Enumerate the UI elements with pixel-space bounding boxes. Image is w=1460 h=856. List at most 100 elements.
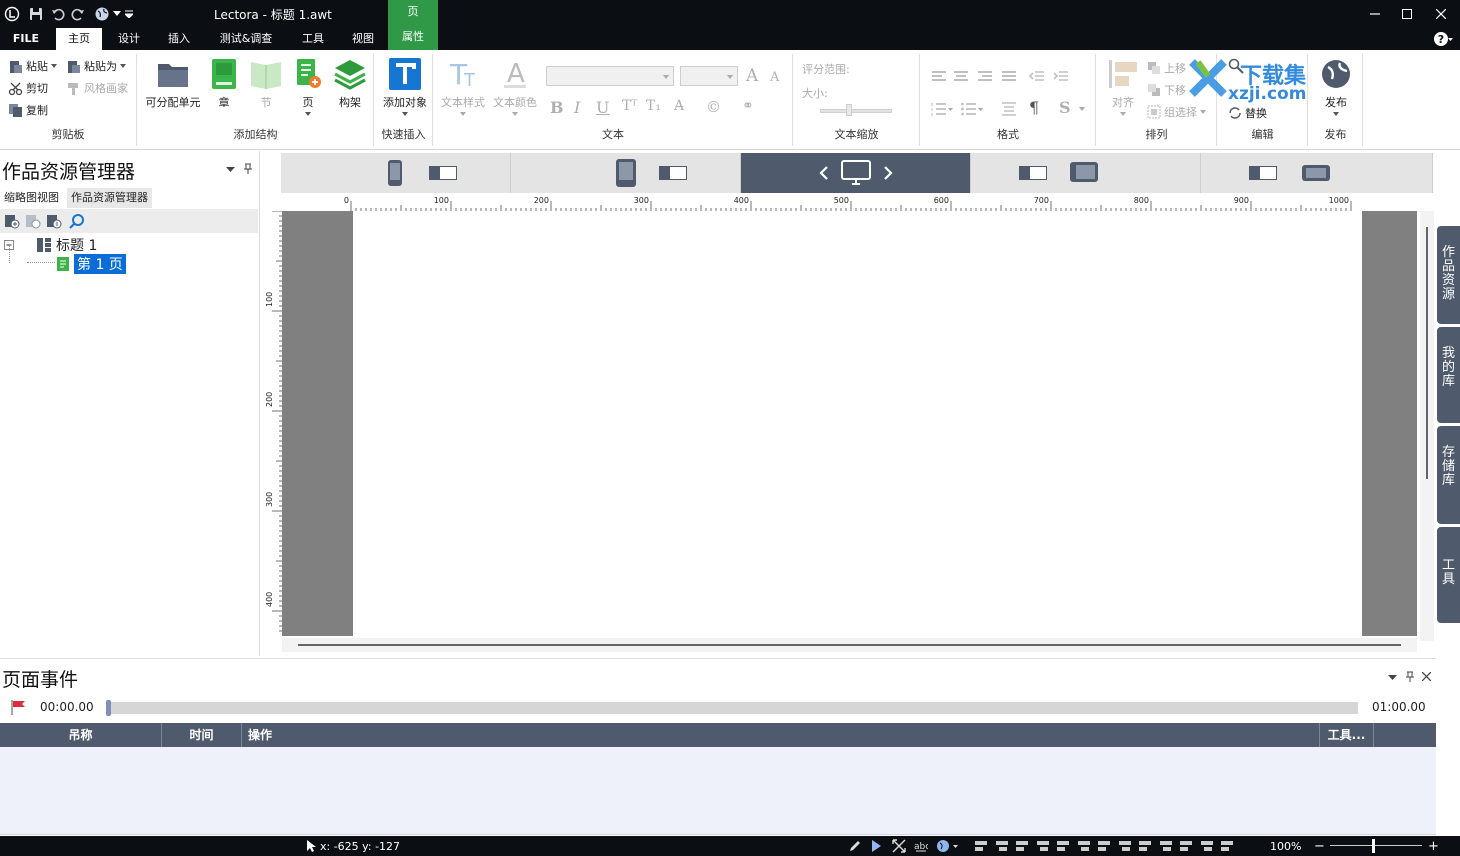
tab-title-explorer[interactable]: 作品资源管理器: [67, 188, 152, 208]
align-left-icon[interactable]: [931, 70, 947, 84]
shrink-font-icon[interactable]: A: [770, 70, 779, 85]
underline-icon[interactable]: U: [596, 98, 609, 117]
align-tool-icon[interactable]: [1138, 839, 1152, 853]
add-item-icon[interactable]: [4, 213, 20, 229]
align-center-icon[interactable]: [953, 70, 969, 84]
insert-item-icon[interactable]: [46, 213, 62, 229]
play-icon[interactable]: [870, 839, 882, 853]
pin-icon[interactable]: [1406, 671, 1414, 682]
panel-menu-icon[interactable]: [1388, 675, 1397, 680]
align-tool-icon[interactable]: [974, 839, 988, 853]
tree-item-page-1[interactable]: 第 1 页: [56, 254, 126, 274]
align-tool-icon[interactable]: [995, 839, 1009, 853]
numbered-list-icon[interactable]: [931, 102, 953, 116]
page-canvas[interactable]: [353, 211, 1362, 636]
format-painter-button[interactable]: 风格画家: [66, 79, 128, 97]
tab-tools[interactable]: 工具: [292, 28, 334, 50]
device-phone-landscape[interactable]: [1201, 153, 1433, 193]
search-icon[interactable]: [69, 213, 85, 229]
size-slider-thumb[interactable]: [846, 104, 852, 116]
group-select-button[interactable]: 组选择: [1147, 103, 1206, 121]
cut-button[interactable]: 剪切: [8, 79, 48, 97]
paragraph-icon[interactable]: ¶: [1029, 98, 1039, 117]
vertical-scrollbar[interactable]: [1420, 211, 1434, 641]
superscript-icon[interactable]: Tᵀ: [622, 98, 637, 114]
lectora-logo-icon[interactable]: [2, 4, 22, 24]
chapter-button[interactable]: 章: [204, 58, 244, 110]
align-tool-icon[interactable]: [1200, 839, 1214, 853]
timeline-track[interactable]: [106, 700, 1358, 716]
font-size-select[interactable]: [680, 66, 738, 86]
close-panel-icon[interactable]: [1422, 672, 1431, 681]
redo-icon[interactable]: [68, 4, 88, 24]
globe-status-icon[interactable]: [936, 839, 958, 853]
paste-button[interactable]: 粘贴: [8, 57, 57, 75]
side-tab-repository[interactable]: 存储库: [1437, 426, 1460, 524]
align-tool-icon[interactable]: [1179, 839, 1193, 853]
frame-button[interactable]: 构架: [330, 58, 370, 110]
assignable-unit-button[interactable]: 可分配单元: [144, 58, 202, 110]
page-button[interactable]: 页: [288, 58, 328, 116]
increase-indent-icon[interactable]: [1053, 70, 1069, 84]
fit-icon[interactable]: [892, 839, 906, 853]
tab-properties[interactable]: 属性: [388, 26, 438, 50]
tab-view[interactable]: 视图: [342, 28, 384, 50]
vertical-scroll-thumb[interactable]: [1426, 227, 1428, 479]
save-icon[interactable]: [26, 4, 46, 24]
close-button[interactable]: [1426, 4, 1456, 24]
help-icon[interactable]: ?: [1428, 29, 1458, 49]
tab-file[interactable]: FILE: [6, 28, 46, 50]
timeline-playhead[interactable]: [106, 700, 111, 716]
move-down-button[interactable]: 下移: [1147, 81, 1186, 99]
customize-qat-icon[interactable]: [122, 4, 136, 24]
horizontal-scroll-thumb[interactable]: [298, 644, 1401, 646]
copyright-symbol-icon[interactable]: ©: [706, 98, 721, 116]
globe-icon[interactable]: [92, 4, 112, 24]
align-tool-icon[interactable]: [1036, 839, 1050, 853]
align-button[interactable]: 对齐: [1103, 58, 1143, 116]
context-tab-page-properties[interactable]: 页 属性: [388, 0, 438, 50]
subscript-icon[interactable]: T₁: [646, 98, 661, 114]
paste-as-button[interactable]: 粘贴为: [66, 57, 126, 75]
zoom-slider-thumb[interactable]: [1372, 839, 1375, 853]
pencil-icon[interactable]: [848, 839, 862, 853]
tab-home[interactable]: 主页: [56, 28, 102, 50]
move-up-button[interactable]: 上移: [1147, 59, 1186, 77]
link-icon[interactable]: ⚭: [742, 98, 754, 114]
device-tablet-portrait[interactable]: [511, 153, 741, 193]
line-spacing-icon[interactable]: [1001, 102, 1017, 116]
section-button[interactable]: 节: [246, 58, 286, 110]
add-object-button[interactable]: 添加对象: [379, 58, 431, 116]
chevron-right-icon[interactable]: [883, 165, 893, 181]
align-tool-icon[interactable]: [1220, 839, 1234, 853]
align-right-icon[interactable]: [977, 70, 993, 84]
panel-menu-icon[interactable]: [226, 167, 235, 172]
tree-item-title[interactable]: 标题 1: [4, 235, 97, 255]
side-tab-my-library[interactable]: 我的库: [1437, 327, 1460, 423]
tab-insert[interactable]: 插入: [158, 28, 200, 50]
text-color-button[interactable]: A 文本颜色: [490, 58, 540, 116]
flag-icon[interactable]: [10, 699, 28, 715]
chevron-left-icon[interactable]: [819, 165, 829, 181]
clear-format-icon[interactable]: A̶: [674, 98, 684, 114]
font-family-select[interactable]: [546, 66, 674, 86]
grow-font-icon[interactable]: A: [746, 66, 758, 86]
orientation-toggle-icon[interactable]: [659, 166, 687, 180]
bullet-list-icon[interactable]: [961, 102, 983, 116]
column-header-action[interactable]: 操作: [242, 723, 1320, 747]
style-s-icon[interactable]: S: [1059, 98, 1071, 117]
horizontal-scrollbar[interactable]: [282, 638, 1417, 652]
bold-icon[interactable]: B: [550, 98, 564, 117]
align-tool-icon[interactable]: [1077, 839, 1091, 853]
decrease-indent-icon[interactable]: [1029, 70, 1045, 84]
zoom-in-button[interactable]: +: [1428, 839, 1439, 854]
align-tool-icon[interactable]: [1159, 839, 1173, 853]
minimize-button[interactable]: [1360, 4, 1390, 24]
replace-button[interactable]: 替换: [1228, 104, 1267, 122]
copy-button[interactable]: 复制: [8, 101, 48, 119]
align-tool-icon[interactable]: [1015, 839, 1029, 853]
side-tab-tools[interactable]: 工具: [1437, 527, 1460, 623]
align-tool-icon[interactable]: [1118, 839, 1132, 853]
zoom-out-button[interactable]: −: [1314, 839, 1325, 854]
justify-icon[interactable]: [1001, 70, 1017, 84]
